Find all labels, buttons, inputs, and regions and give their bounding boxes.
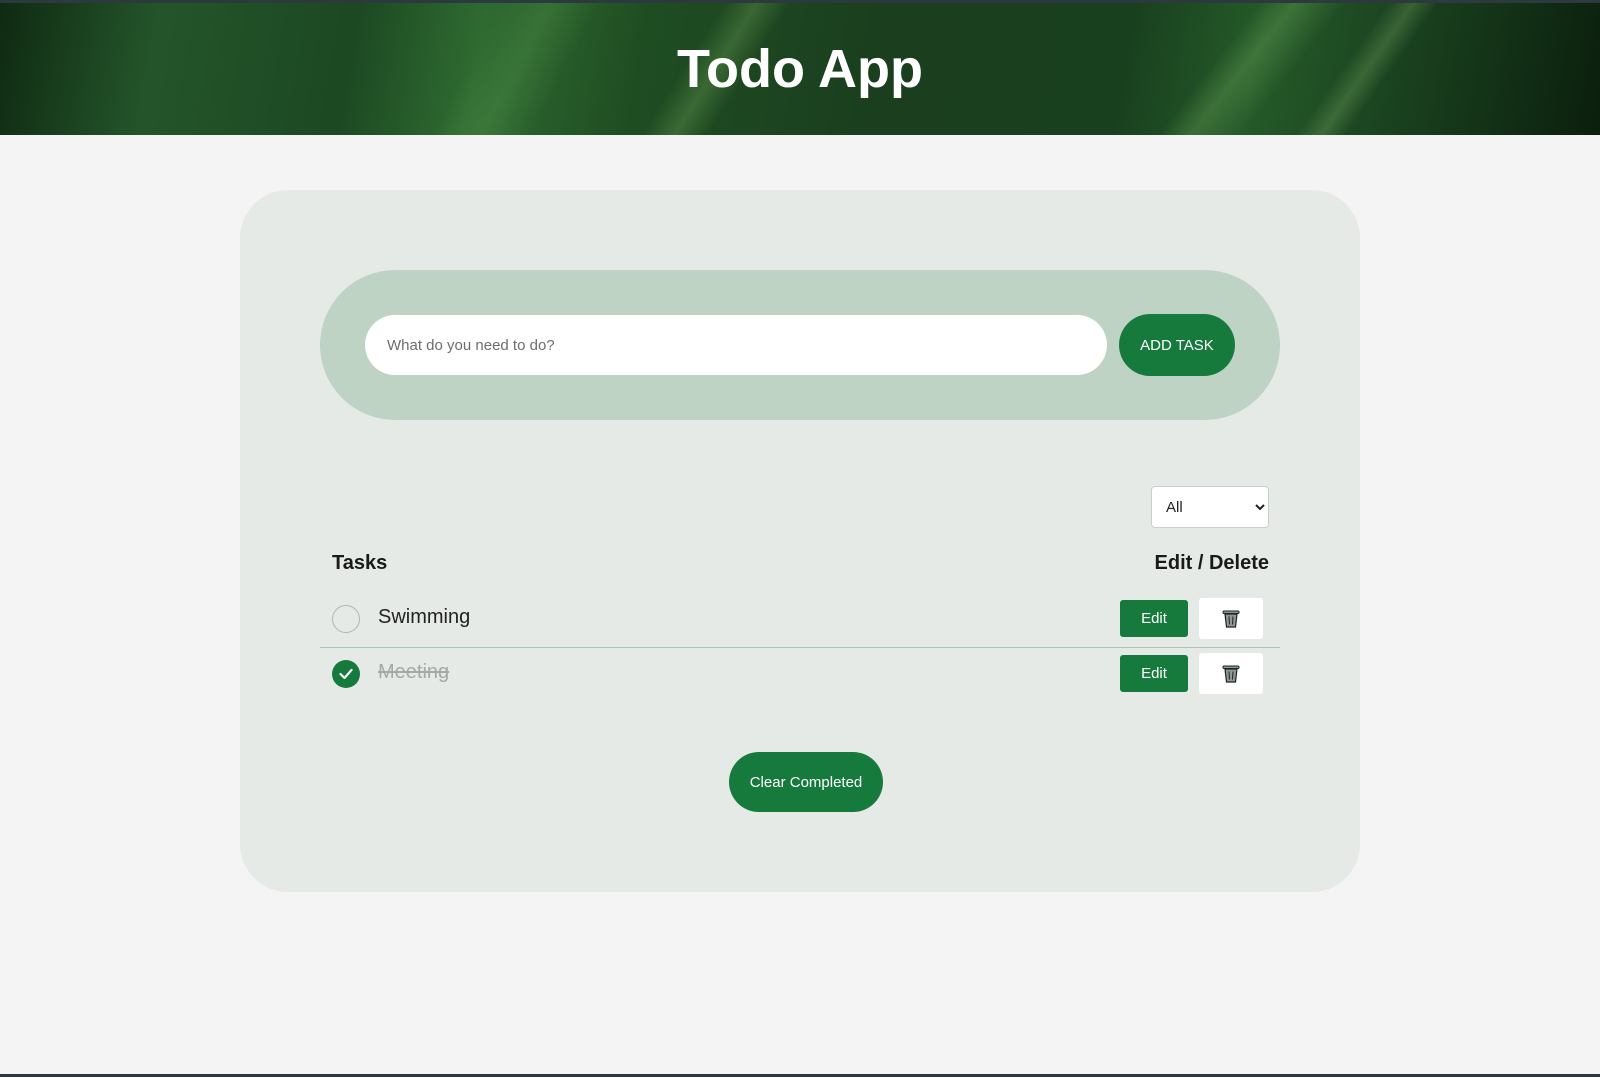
actions-column-header: Edit / Delete — [1154, 552, 1269, 574]
task-input[interactable] — [365, 315, 1107, 375]
edit-button[interactable]: Edit — [1120, 600, 1188, 637]
delete-button[interactable] — [1199, 653, 1263, 694]
clear-completed-button[interactable]: Clear Completed — [729, 752, 883, 812]
filter-select[interactable]: All — [1151, 486, 1269, 528]
task-checkbox-checked[interactable] — [332, 660, 360, 688]
task-label: Swimming — [378, 606, 471, 628]
add-task-form: ADD TASK — [320, 270, 1280, 420]
header-banner: Todo App — [0, 3, 1600, 135]
task-checkbox[interactable] — [332, 605, 360, 633]
task-label-completed: Meeting — [378, 661, 450, 683]
tasks-column-header: Tasks — [332, 552, 388, 574]
trash-icon — [1222, 610, 1240, 628]
add-task-button[interactable]: ADD TASK — [1119, 314, 1235, 376]
checkmark-icon — [339, 668, 353, 680]
edit-button[interactable]: Edit — [1120, 655, 1188, 692]
delete-button[interactable] — [1199, 598, 1263, 639]
task-row: Swimming Edit — [320, 592, 1280, 648]
todo-card: ADD TASK All Tasks Edit / Delete Swimmin… — [240, 190, 1360, 892]
page-title: Todo App — [677, 39, 923, 99]
task-row: Meeting Edit — [320, 647, 1280, 703]
trash-icon — [1222, 665, 1240, 683]
